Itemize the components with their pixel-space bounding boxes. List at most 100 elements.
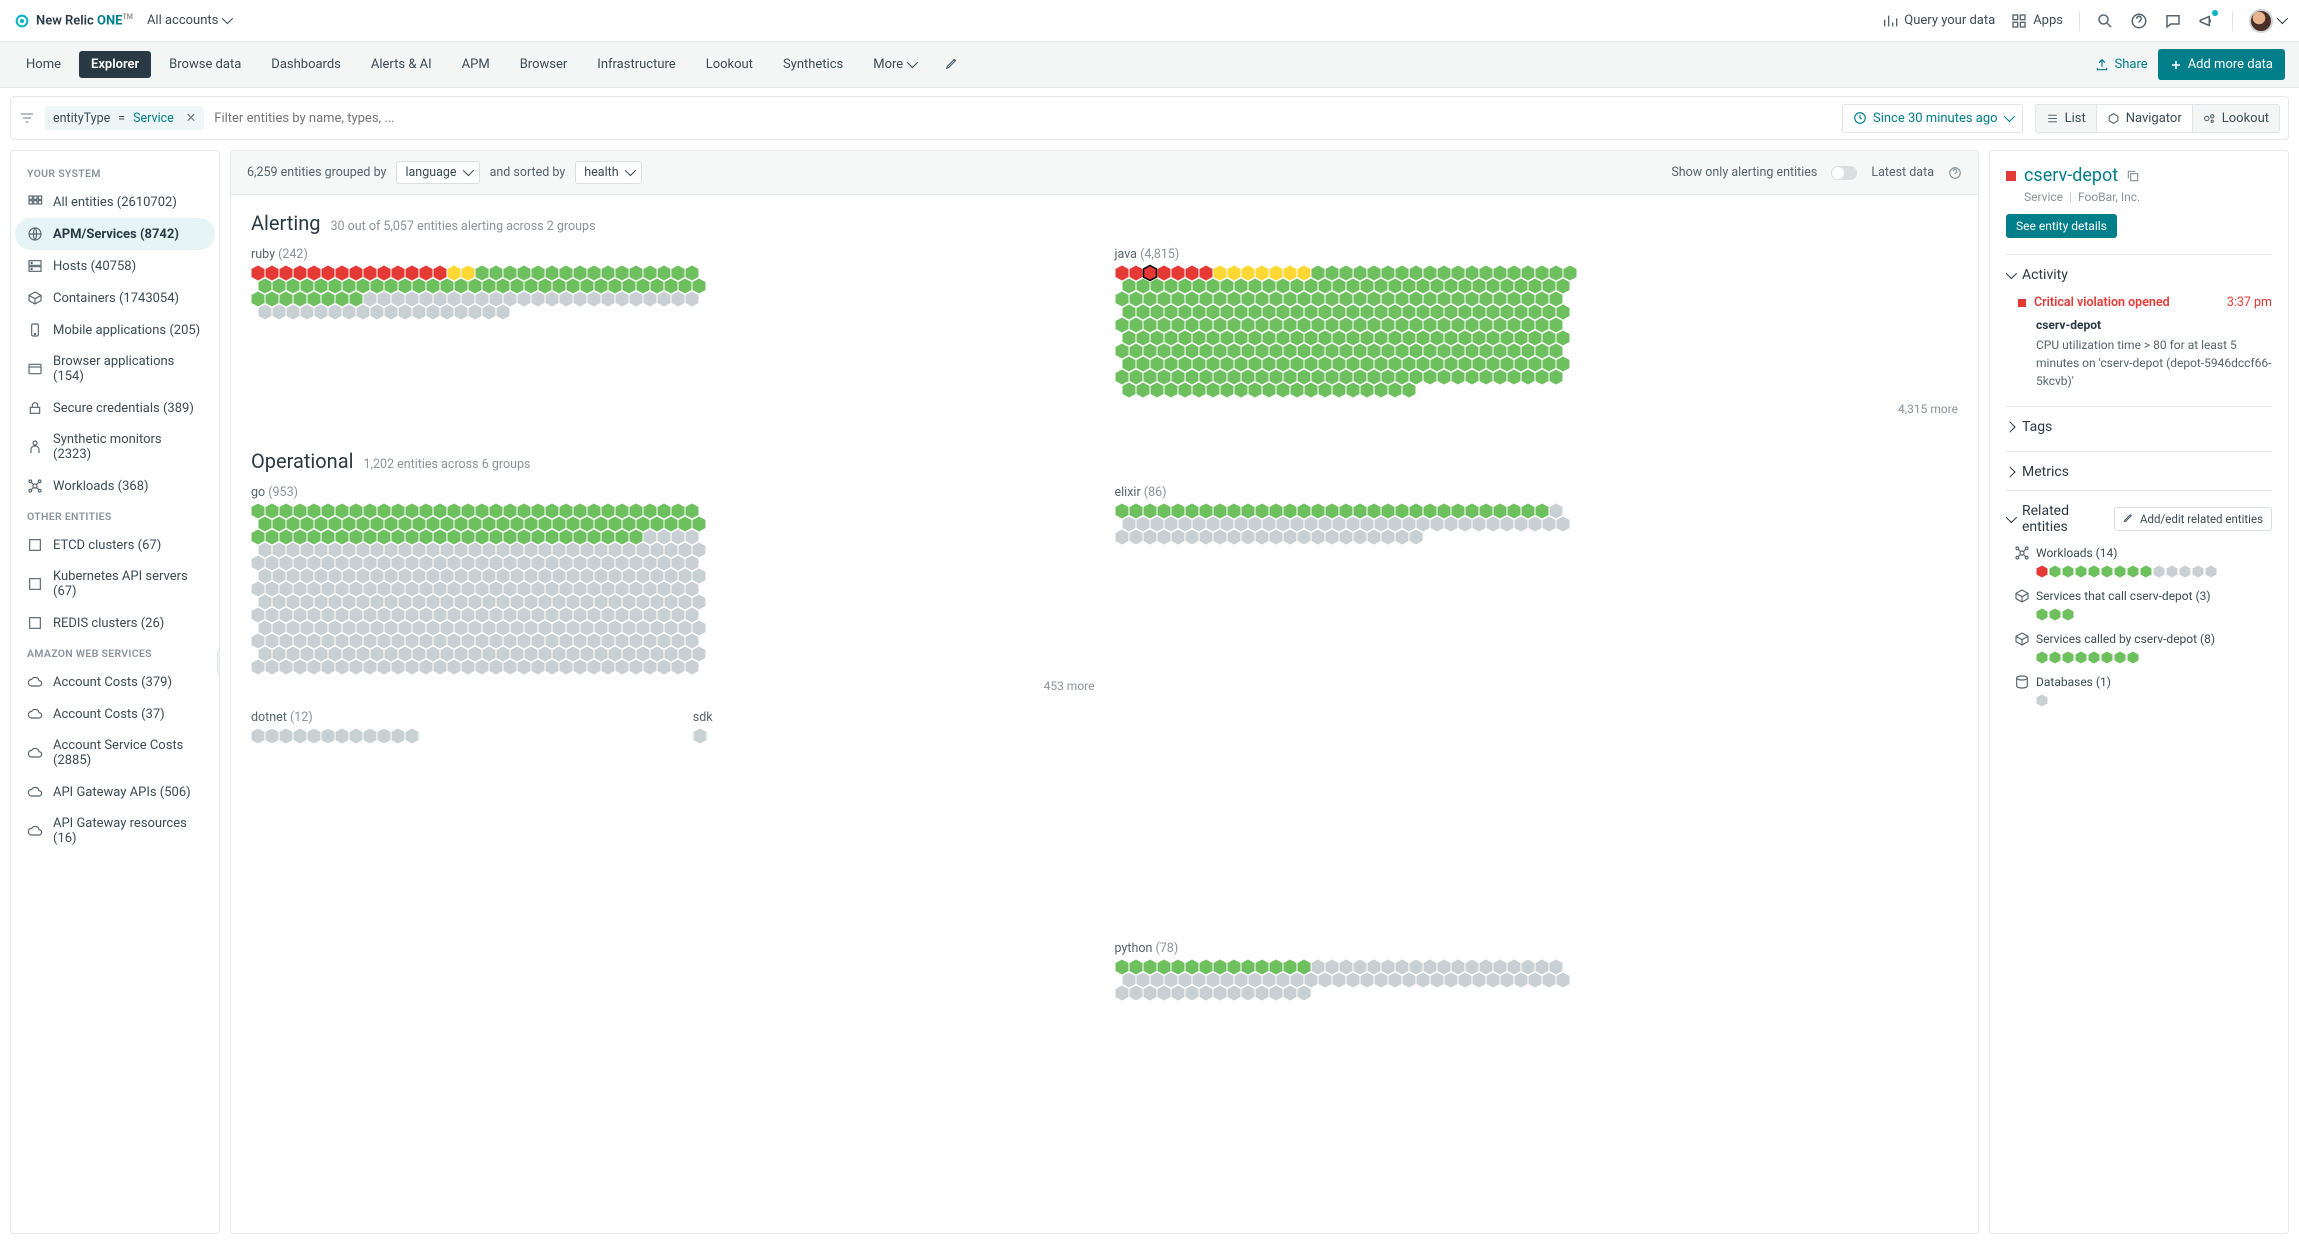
related-entity-item[interactable]: Services that call cserv-depot (3) <box>2036 588 2272 621</box>
nav-item-explorer[interactable]: Explorer <box>79 51 151 78</box>
entity-hex[interactable] <box>517 659 531 675</box>
entity-hex[interactable] <box>1374 972 1388 988</box>
entity-hex[interactable] <box>1556 972 1570 988</box>
entity-hex[interactable] <box>1458 972 1472 988</box>
user-menu[interactable] <box>2249 9 2285 33</box>
help-icon[interactable] <box>1948 166 1962 180</box>
related-accordion[interactable]: Related entities <box>2006 503 2106 535</box>
entity-hex[interactable] <box>545 291 559 307</box>
entity-hex[interactable] <box>1507 369 1521 385</box>
entity-hex[interactable] <box>1150 382 1164 398</box>
entity-hex[interactable] <box>1227 529 1241 545</box>
query-data-link[interactable]: Query your data <box>1882 13 1995 29</box>
entity-hex[interactable] <box>1367 529 1381 545</box>
entity-hex[interactable] <box>363 659 377 675</box>
entity-hex[interactable] <box>1122 382 1136 398</box>
entity-hex[interactable] <box>1311 529 1325 545</box>
entity-hex[interactable] <box>531 659 545 675</box>
accounts-dropdown[interactable]: All accounts <box>147 13 230 28</box>
entity-hex[interactable] <box>1444 516 1458 532</box>
entity-hex[interactable] <box>1136 382 1150 398</box>
sidebar-item[interactable]: Workloads (368) <box>15 470 215 502</box>
entity-hex[interactable] <box>419 659 433 675</box>
entity-hex[interactable] <box>1290 382 1304 398</box>
entity-hex[interactable] <box>573 659 587 675</box>
entity-hex[interactable] <box>629 659 643 675</box>
sidebar-item[interactable]: REDIS clusters (26) <box>15 607 215 639</box>
entity-hex[interactable] <box>1283 529 1297 545</box>
entity-hex[interactable] <box>293 728 307 744</box>
entity-hex[interactable] <box>685 659 699 675</box>
search-icon[interactable] <box>2096 12 2114 30</box>
entity-hex[interactable] <box>1346 972 1360 988</box>
entity-hex[interactable] <box>398 304 412 320</box>
nav-item-more[interactable]: More <box>861 51 927 78</box>
entity-hex[interactable] <box>1402 972 1416 988</box>
entity-hex[interactable] <box>1171 529 1185 545</box>
entity-hex[interactable] <box>1157 529 1171 545</box>
entity-hex[interactable] <box>1199 985 1213 1001</box>
entity-hex[interactable] <box>1395 529 1409 545</box>
entity-hex[interactable] <box>1472 516 1486 532</box>
entity-hex[interactable] <box>629 291 643 307</box>
sidebar-item[interactable]: All entities (2610702) <box>15 186 215 218</box>
entity-hex[interactable] <box>363 728 377 744</box>
entity-hex[interactable] <box>391 728 405 744</box>
entity-hex[interactable] <box>693 728 707 744</box>
entity-name-link[interactable]: cserv-depot <box>2024 165 2118 186</box>
entity-hex[interactable] <box>1241 529 1255 545</box>
entity-hex[interactable] <box>1381 529 1395 545</box>
entity-hex[interactable] <box>1430 972 1444 988</box>
entity-hex[interactable] <box>545 659 559 675</box>
entity-hex[interactable] <box>1416 972 1430 988</box>
related-entity-item[interactable]: Services called by cserv-depot (8) <box>2036 631 2272 664</box>
filter-icon[interactable] <box>19 110 35 126</box>
sidebar-item[interactable]: Account Service Costs (2885) <box>15 730 215 776</box>
entity-hex[interactable] <box>356 304 370 320</box>
nav-item-browse-data[interactable]: Browse data <box>157 51 253 78</box>
entity-hex[interactable] <box>405 728 419 744</box>
entity-hex[interactable] <box>370 304 384 320</box>
sortby-select[interactable]: health <box>575 161 641 184</box>
entity-hex[interactable] <box>1129 985 1143 1001</box>
entity-hex[interactable] <box>1115 529 1129 545</box>
entity-hex[interactable] <box>643 291 657 307</box>
entity-hex[interactable] <box>1171 985 1185 1001</box>
entity-hex[interactable] <box>1199 529 1213 545</box>
entity-hex[interactable] <box>335 659 349 675</box>
entity-hex[interactable] <box>1514 972 1528 988</box>
entity-hex[interactable] <box>1241 985 1255 1001</box>
sidebar-item[interactable]: Hosts (40758) <box>15 250 215 282</box>
entity-hex[interactable] <box>1248 382 1262 398</box>
entity-hex[interactable] <box>1115 985 1129 1001</box>
entity-hex[interactable] <box>377 728 391 744</box>
entity-hex[interactable] <box>587 659 601 675</box>
sidebar-item[interactable]: Kubernetes API servers (67) <box>15 561 215 607</box>
related-entity-item[interactable]: Workloads (14) <box>2036 545 2272 578</box>
entity-hex[interactable] <box>1479 369 1493 385</box>
entity-hex[interactable] <box>307 659 321 675</box>
entity-hex[interactable] <box>496 304 510 320</box>
sidebar-item[interactable]: APM/Services (8742) <box>15 218 215 250</box>
entity-hex[interactable] <box>1465 369 1479 385</box>
entity-hex[interactable] <box>1325 529 1339 545</box>
entity-hex[interactable] <box>1444 972 1458 988</box>
chat-icon[interactable] <box>2164 12 2182 30</box>
entity-hex[interactable] <box>1402 382 1416 398</box>
nav-item-dashboards[interactable]: Dashboards <box>259 51 353 78</box>
entity-hex[interactable] <box>293 659 307 675</box>
sidebar-item[interactable]: Secure credentials (389) <box>15 392 215 424</box>
entity-hex[interactable] <box>349 659 363 675</box>
entity-hex[interactable] <box>454 304 468 320</box>
entity-hex[interactable] <box>601 291 615 307</box>
entity-hex[interactable] <box>1143 529 1157 545</box>
time-picker[interactable]: Since 30 minutes ago <box>1842 104 2023 133</box>
sidebar-item[interactable]: API Gateway resources (16) <box>15 808 215 854</box>
entity-hex[interactable] <box>377 659 391 675</box>
entity-hex[interactable] <box>461 659 475 675</box>
entity-hex[interactable] <box>279 728 293 744</box>
sidebar-item[interactable]: Containers (1743054) <box>15 282 215 314</box>
entity-hex[interactable] <box>1213 529 1227 545</box>
entity-hex[interactable] <box>475 659 489 675</box>
entity-hex[interactable] <box>314 304 328 320</box>
